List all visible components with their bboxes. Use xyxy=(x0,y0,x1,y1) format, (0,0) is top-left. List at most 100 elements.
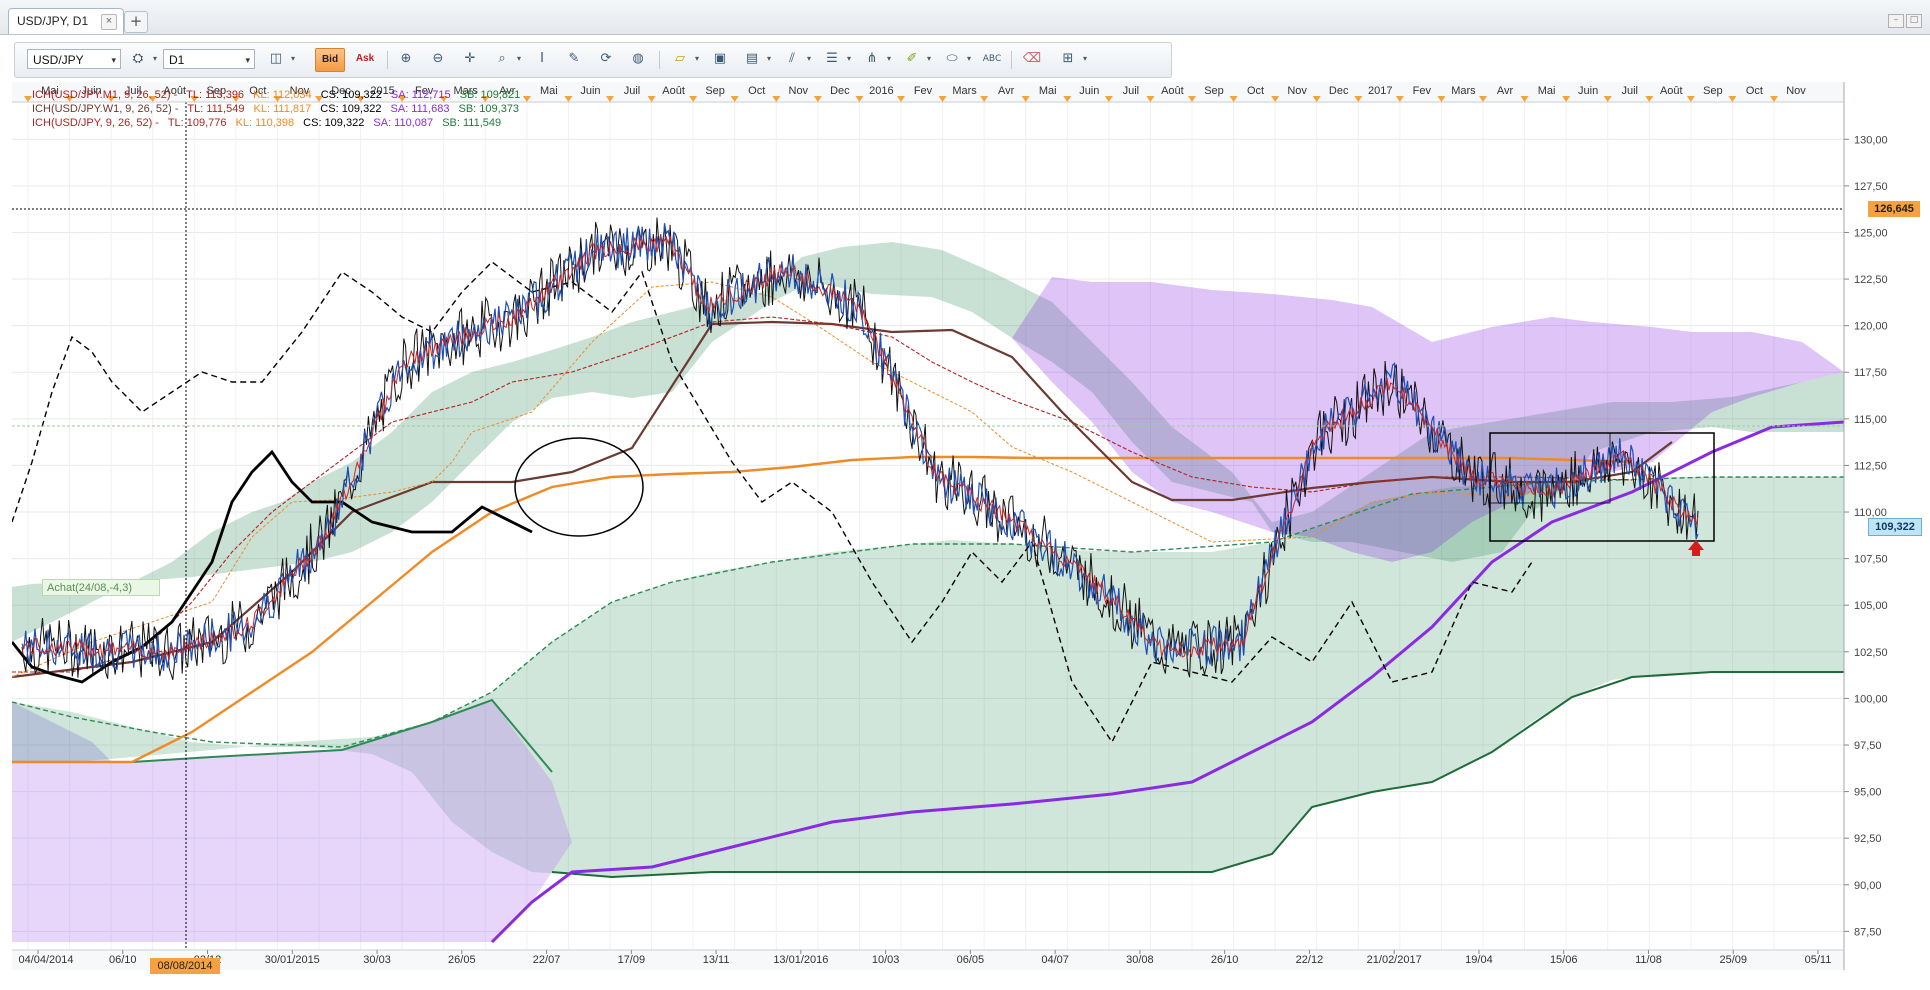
restore-icon[interactable]: □ xyxy=(1906,14,1922,28)
timeframe-select[interactable]: D1 ▾ xyxy=(163,49,255,69)
date-tick-label: 22/12 xyxy=(1296,954,1324,966)
bid-button[interactable]: Bid xyxy=(315,48,345,72)
legend-label: ICH(USD/JPY, 9, 26, 52) - xyxy=(32,117,159,129)
template-icon[interactable]: ▤ xyxy=(741,49,763,69)
date-tick-label: 06/05 xyxy=(957,954,985,966)
legend-row-d1: ICH(USD/JPY, 9, 26, 52) - TL: 109,776 KL… xyxy=(32,117,507,129)
legend-sa: SA: 112,715 xyxy=(390,89,451,101)
legend-kl: KL: 112,034 xyxy=(253,89,312,101)
month-tick-label: Août xyxy=(1161,85,1184,97)
chevron-down-icon[interactable]: ▾ xyxy=(965,49,973,69)
toolbar-separator xyxy=(387,51,388,69)
fibonacci-icon[interactable]: ⫽ xyxy=(781,49,803,69)
chevron-down-icon[interactable]: ▾ xyxy=(925,49,933,69)
y-tick-label: 127,50 xyxy=(1854,181,1888,193)
ask-button[interactable]: Ask xyxy=(351,48,379,70)
month-tick-label: Sep xyxy=(1703,85,1723,97)
y-tick-label: 95,00 xyxy=(1854,787,1882,799)
legend-sb: SB: 109,373 xyxy=(458,103,520,115)
y-tick-label: 105,00 xyxy=(1854,600,1888,612)
order-marker[interactable]: Achat(24/08,-4,3) xyxy=(42,579,160,596)
ellipse-icon[interactable]: ⬭ xyxy=(941,49,963,69)
month-tick-label: Mars xyxy=(1451,85,1476,97)
month-tick-label: Dec xyxy=(830,85,850,97)
pitchfork-icon[interactable]: ⋔ xyxy=(861,49,883,69)
chart-tab[interactable]: USD/JPY, D1 × xyxy=(8,8,124,34)
legend-label: ICH(USD/JPY.W1, 9, 26, 52) - xyxy=(32,103,179,115)
month-tick-label: Août xyxy=(1660,85,1683,97)
legend-sb: SB: 111,549 xyxy=(442,117,502,129)
y-tick-label: 112,50 xyxy=(1854,460,1887,472)
ichimoku-chart[interactable]: 130,00 127,50 125,00 122,50 120,00 117,50 115,… xyxy=(10,82,1922,986)
close-icon[interactable]: × xyxy=(101,14,117,30)
month-tick-label: Oct xyxy=(1746,85,1763,97)
text-tool-icon[interactable]: ABC xyxy=(981,49,1003,69)
month-tick-label: Mai xyxy=(1039,85,1057,97)
legend-row-m1: ICH(USD/JPY.M1, 9, 26, 52) - TL: 113,396… xyxy=(32,89,526,101)
properties-icon[interactable]: ✎ xyxy=(563,49,585,69)
magnifier-icon[interactable]: ⌕ xyxy=(491,49,513,69)
crosshair-icon[interactable]: ✛ xyxy=(459,49,481,69)
symbol-select[interactable]: USD/JPY ▾ xyxy=(27,49,121,69)
y-tick-label: 87,50 xyxy=(1854,926,1882,938)
date-tick-label: 11/08 xyxy=(1635,954,1662,966)
date-tick-label: 10/03 xyxy=(872,954,900,966)
eraser-icon[interactable]: ⌫ xyxy=(1021,49,1043,69)
chevron-down-icon[interactable]: ▾ xyxy=(1081,49,1089,69)
chart-area[interactable]: 130,00 127,50 125,00 122,50 120,00 117,50 115,… xyxy=(10,82,1922,986)
month-tick-label: Nov xyxy=(1786,85,1806,97)
legend-tl: TL: 109,776 xyxy=(167,117,227,129)
month-tick-label: Avr xyxy=(1497,85,1514,97)
chevron-down-icon[interactable]: ▾ xyxy=(289,49,297,69)
month-tick-label: Juin xyxy=(1079,85,1099,97)
globe-icon[interactable]: ◍ xyxy=(627,49,649,69)
refresh-icon[interactable]: ⟳ xyxy=(595,49,617,69)
toolbar-separator xyxy=(1011,51,1012,69)
legend-tl: TL: 113,396 xyxy=(186,89,245,101)
add-tab-button[interactable]: + xyxy=(124,11,148,33)
chevron-down-icon[interactable]: ▾ xyxy=(805,49,813,69)
ruler-icon[interactable]: ▱ xyxy=(669,49,691,69)
screenshot-icon[interactable]: ▣ xyxy=(709,49,731,69)
tab-bar: USD/JPY, D1 × + – □ xyxy=(0,0,1930,35)
lines-icon[interactable]: ☰ xyxy=(821,49,843,69)
symbol-manager-icon[interactable]: ⛭ xyxy=(127,49,149,69)
legend-sb: SB: 109,821 xyxy=(459,89,521,101)
month-tick-label: Fev xyxy=(914,85,933,97)
date-tick-label: 17/09 xyxy=(618,954,646,966)
month-tick-label: Oct xyxy=(748,85,765,97)
chart-type-icon[interactable]: ◫ xyxy=(265,49,287,69)
y-tick-label: 102,50 xyxy=(1854,647,1888,659)
chevron-down-icon[interactable]: ▾ xyxy=(845,49,853,69)
chevron-down-icon[interactable]: ▾ xyxy=(885,49,893,69)
legend-sa: SA: 111,683 xyxy=(390,103,450,115)
date-tick-label: 04/07 xyxy=(1041,954,1069,966)
legend-tl: TL: 111,549 xyxy=(187,103,245,115)
legend-cs: CS: 109,322 xyxy=(320,103,382,115)
month-tick-label: Mai xyxy=(540,85,558,97)
month-tick-label: 2016 xyxy=(869,85,893,97)
hierarchy-icon[interactable]: ⊞ xyxy=(1057,49,1079,69)
legend-row-w1: ICH(USD/JPY.W1, 9, 26, 52) - TL: 111,549… xyxy=(32,103,525,115)
month-tick-label: Sep xyxy=(705,85,725,97)
date-tick-label: 13/01/2016 xyxy=(773,954,828,966)
y-tick-label: 117,50 xyxy=(1854,367,1887,379)
month-tick-label: Dec xyxy=(1329,85,1349,97)
legend-cs: CS: 109,322 xyxy=(303,117,365,129)
month-tick-label: Juil xyxy=(1621,85,1638,97)
minimize-icon[interactable]: – xyxy=(1888,14,1904,28)
y-tick-label: 120,00 xyxy=(1854,321,1888,333)
zoom-in-icon[interactable]: ⊕ xyxy=(395,49,417,69)
chevron-down-icon[interactable]: ▾ xyxy=(693,49,701,69)
indicator-icon[interactable]: Ⅰ xyxy=(531,49,553,69)
date-tick-label: 21/02/2017 xyxy=(1367,954,1422,966)
month-tick-label: Nov xyxy=(789,85,809,97)
zoom-out-icon[interactable]: ⊖ xyxy=(427,49,449,69)
pencil-icon[interactable]: ✐ xyxy=(901,49,923,69)
symbol-value: USD/JPY xyxy=(33,53,84,67)
y-tick-label: 125,00 xyxy=(1854,227,1888,239)
chevron-down-icon: ▾ xyxy=(245,55,250,65)
chevron-down-icon[interactable]: ▾ xyxy=(515,49,523,69)
chevron-down-icon[interactable]: ▾ xyxy=(765,49,773,69)
chevron-down-icon[interactable]: ▾ xyxy=(151,49,159,69)
